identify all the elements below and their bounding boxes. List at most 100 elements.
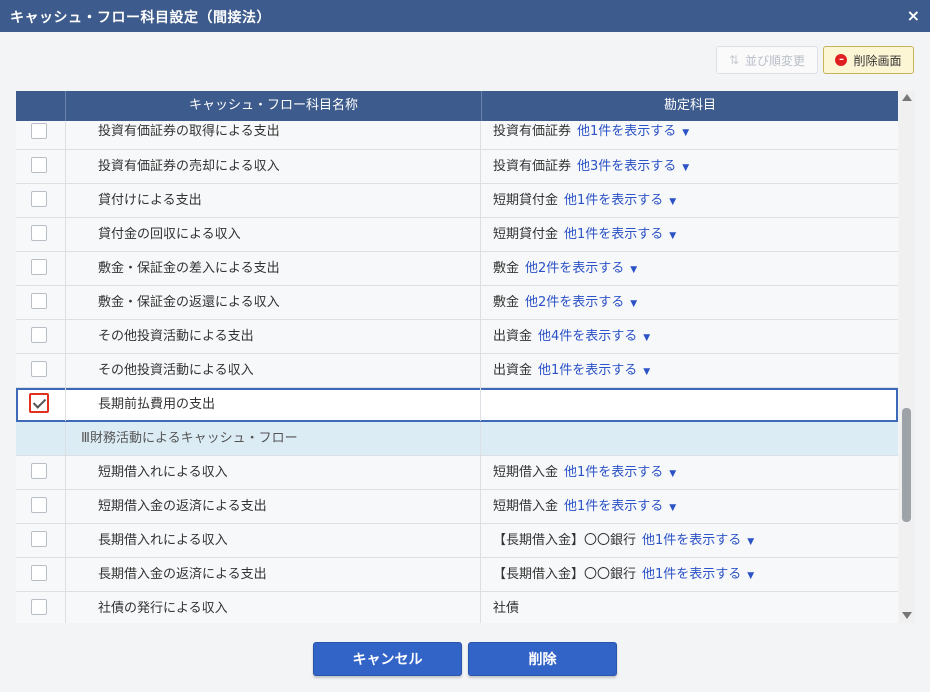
row-checkbox[interactable] (31, 123, 47, 139)
cashflow-item-name: 社債の発行による収入 (66, 592, 481, 623)
account-cell: 投資有価証券 他3件を表示する ▼ (482, 150, 898, 183)
header-checkbox-column (16, 91, 66, 121)
scrollbar-thumb[interactable] (902, 408, 911, 522)
caret-down-icon[interactable]: ▼ (747, 537, 754, 547)
caret-down-icon[interactable]: ▼ (669, 503, 676, 513)
row-checkbox[interactable] (31, 191, 47, 207)
section-row[interactable]: Ⅲ財務活動によるキャッシュ・フロー (16, 422, 898, 456)
minus-circle-icon: – (835, 54, 848, 66)
table-row[interactable]: 投資有価証券の取得による支出 投資有価証券 他1件を表示する ▼ (16, 121, 898, 150)
account-name: 出資金 (493, 329, 533, 344)
show-more-link[interactable]: 他3件を表示する (577, 159, 676, 174)
caret-down-icon[interactable]: ▼ (682, 128, 689, 138)
table-row[interactable]: 敷金・保証金の返還による収入 敷金 他2件を表示する ▼ (16, 286, 898, 320)
show-more-link[interactable]: 他1件を表示する (538, 363, 637, 378)
vertical-scrollbar[interactable] (899, 91, 915, 623)
sort-order-button[interactable]: ⇅ 並び順変更 (716, 46, 818, 74)
row-checkbox[interactable] (31, 497, 47, 513)
caret-down-icon[interactable]: ▼ (669, 469, 676, 479)
table-row[interactable]: 貸付けによる支出 短期貸付金 他1件を表示する ▼ (16, 184, 898, 218)
cashflow-item-name: その他投資活動による支出 (66, 320, 481, 353)
checkbox-cell (16, 558, 66, 591)
checkbox-cell (16, 490, 66, 523)
account-cell (482, 422, 898, 455)
table-row[interactable]: 短期借入金の返済による支出 短期借入金 他1件を表示する ▼ (16, 490, 898, 524)
account-cell: 短期借入金 他1件を表示する ▼ (482, 490, 898, 523)
dialog-title: キャッシュ・フロー科目設定（間接法） (10, 10, 271, 26)
cancel-button[interactable]: キャンセル (313, 642, 462, 676)
show-more-link[interactable]: 他1件を表示する (642, 533, 741, 548)
cashflow-table: キャッシュ・フロー科目名称 勘定科目 投資有価証券の取得による支出 投資有価証券他… (16, 91, 898, 623)
checkbox-cell (16, 150, 66, 183)
cashflow-item-name: 敷金・保証金の返還による収入 (66, 286, 481, 319)
show-more-link[interactable]: 他1件を表示する (564, 499, 663, 514)
cashflow-item-name: 長期前払費用の支出 (66, 388, 481, 421)
show-more-link[interactable]: 他1件を表示する (564, 227, 663, 242)
show-more-link[interactable]: 他2件を表示する (525, 295, 624, 310)
row-checkbox[interactable] (31, 531, 47, 547)
account-cell: 【長期借入金】〇〇銀行 他1件を表示する ▼ (482, 558, 898, 591)
scroll-up-icon[interactable] (902, 94, 912, 101)
table-row[interactable]: 長期前払費用の支出 (16, 388, 898, 422)
row-checkbox[interactable] (31, 361, 47, 377)
title-bar: キャッシュ・フロー科目設定（間接法） × (0, 0, 930, 32)
table-row[interactable]: その他投資活動による支出 出資金 他4件を表示する ▼ (16, 320, 898, 354)
row-checkbox[interactable] (31, 463, 47, 479)
delete-screen-button[interactable]: – 削除画面 (823, 46, 914, 74)
show-more-link[interactable]: 他4件を表示する (538, 329, 637, 344)
table-row[interactable]: 敷金・保証金の差入による支出 敷金 他2件を表示する ▼ (16, 252, 898, 286)
caret-down-icon[interactable]: ▼ (630, 265, 637, 275)
row-checkbox[interactable] (31, 225, 47, 241)
close-icon[interactable]: × (907, 6, 920, 25)
checkbox-cell (16, 121, 66, 149)
table-row[interactable]: 貸付金の回収による収入 短期貸付金 他1件を表示する ▼ (16, 218, 898, 252)
caret-down-icon[interactable]: ▼ (682, 163, 689, 173)
cashflow-item-name: 貸付けによる支出 (66, 184, 481, 217)
show-more-link[interactable]: 他1件を表示する (642, 567, 741, 582)
account-cell: 短期借入金 他1件を表示する ▼ (482, 456, 898, 489)
table-row[interactable]: 短期借入れによる収入 短期借入金 他1件を表示する ▼ (16, 456, 898, 490)
table-row[interactable]: その他投資活動による収入 出資金 他1件を表示する ▼ (16, 354, 898, 388)
cashflow-item-name: 敷金・保証金の差入による支出 (66, 252, 481, 285)
sort-order-label: 並び順変更 (745, 53, 806, 68)
checkbox-cell (16, 354, 66, 387)
caret-down-icon[interactable]: ▼ (669, 231, 676, 241)
table-row[interactable]: 社債の発行による収入 社債 (16, 592, 898, 623)
caret-down-icon[interactable]: ▼ (643, 333, 650, 343)
table-row[interactable]: 長期借入れによる収入 【長期借入金】〇〇銀行 他1件を表示する ▼ (16, 524, 898, 558)
caret-down-icon[interactable]: ▼ (669, 197, 676, 207)
row-checkbox[interactable] (31, 565, 47, 581)
show-more-link[interactable]: 他1件を表示する (564, 465, 663, 480)
account-name: 出資金 (493, 363, 533, 378)
account-name: 【長期借入金】〇〇銀行 (493, 567, 637, 582)
cashflow-item-name: 短期借入れによる収入 (66, 456, 481, 489)
show-more-link[interactable]: 他1件を表示する (564, 193, 663, 208)
account-cell: 短期貸付金 他1件を表示する ▼ (482, 218, 898, 251)
row-checkbox[interactable] (31, 293, 47, 309)
table-row[interactable]: 長期借入金の返済による支出 【長期借入金】〇〇銀行 他1件を表示する ▼ (16, 558, 898, 592)
delete-button[interactable]: 削除 (468, 642, 617, 676)
checkbox-cell (16, 422, 66, 455)
cashflow-item-name: 長期借入れによる収入 (66, 524, 481, 557)
show-more-link[interactable]: 他2件を表示する (525, 261, 624, 276)
row-checkbox[interactable] (31, 157, 47, 173)
checkbox-cell (16, 286, 66, 319)
caret-down-icon[interactable]: ▼ (643, 367, 650, 377)
checkbox-cell (16, 320, 66, 353)
account-cell: 出資金 他1件を表示する ▼ (482, 354, 898, 387)
header-cashflow-name: キャッシュ・フロー科目名称 (66, 91, 482, 121)
row-checkbox-checked[interactable] (29, 393, 49, 413)
show-more-link[interactable]: 他1件を表示する (577, 124, 676, 139)
caret-down-icon[interactable]: ▼ (630, 299, 637, 309)
caret-down-icon[interactable]: ▼ (747, 571, 754, 581)
cashflow-item-name: その他投資活動による収入 (66, 354, 481, 387)
checkbox-cell (16, 592, 66, 623)
row-checkbox[interactable] (31, 259, 47, 275)
account-cell: 出資金 他4件を表示する ▼ (482, 320, 898, 353)
table-row[interactable]: 投資有価証券の売却による収入 投資有価証券 他3件を表示する ▼ (16, 150, 898, 184)
scroll-down-icon[interactable] (902, 612, 912, 619)
row-checkbox[interactable] (31, 327, 47, 343)
account-name: 短期借入金 (493, 465, 559, 480)
account-cell: 投資有価証券 他1件を表示する ▼ (482, 121, 898, 149)
row-checkbox[interactable] (31, 599, 47, 615)
